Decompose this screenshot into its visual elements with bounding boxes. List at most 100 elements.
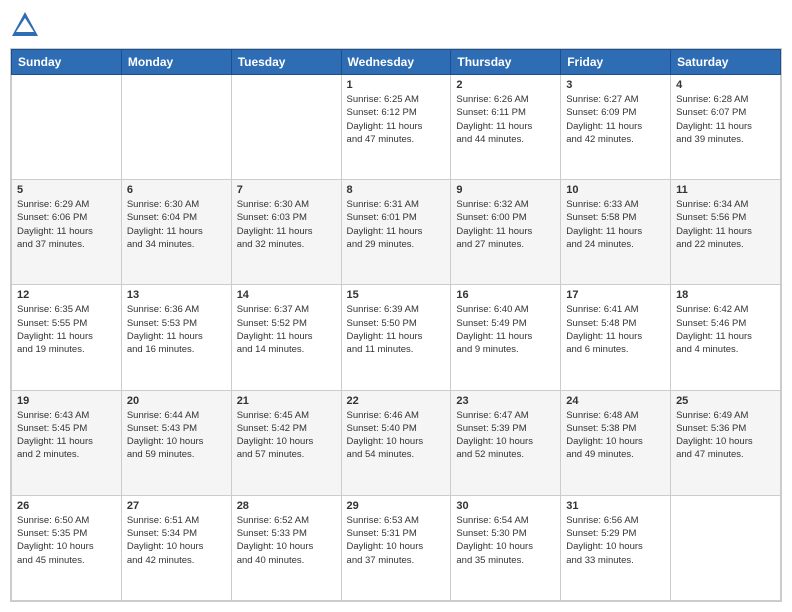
day-cell: 5 Sunrise: 6:29 AM Sunset: 6:06 PM Daylig… xyxy=(12,180,122,285)
day-cell: 10Sunrise: 6:33 AM Sunset: 5:58 PM Dayli… xyxy=(561,180,671,285)
week-row-2: 5 Sunrise: 6:29 AM Sunset: 6:06 PM Daylig… xyxy=(12,180,781,285)
day-number: 22 xyxy=(347,395,446,407)
weekday-header-thursday: Thursday xyxy=(451,50,561,75)
day-info: Sunrise: 6:34 AM Sunset: 5:56 PM Dayligh… xyxy=(676,198,775,251)
day-info: Sunrise: 6:48 AM Sunset: 5:38 PM Dayligh… xyxy=(566,409,665,462)
day-info: Sunrise: 6:30 AM Sunset: 6:04 PM Dayligh… xyxy=(127,198,226,251)
day-cell: 30 Sunrise: 6:54 AM Sunset: 5:30 PM Dayli… xyxy=(451,495,561,600)
day-number: 8 xyxy=(347,184,446,196)
day-number: 13 xyxy=(127,289,226,301)
day-cell: 1 Sunrise: 6:25 AM Sunset: 6:12 PM Daylig… xyxy=(341,75,451,180)
day-cell: 8Sunrise: 6:31 AM Sunset: 6:01 PM Daylig… xyxy=(341,180,451,285)
day-cell: 3 Sunrise: 6:27 AM Sunset: 6:09 PM Daylig… xyxy=(561,75,671,180)
day-cell: 14 Sunrise: 6:37 AM Sunset: 5:52 PM Dayli… xyxy=(231,285,341,390)
day-info: Sunrise: 6:43 AM Sunset: 5:45 PM Dayligh… xyxy=(17,409,116,462)
day-cell: 21Sunrise: 6:45 AM Sunset: 5:42 PM Dayli… xyxy=(231,390,341,495)
day-cell xyxy=(121,75,231,180)
weekday-header-friday: Friday xyxy=(561,50,671,75)
day-number: 2 xyxy=(456,79,555,91)
day-cell: 20 Sunrise: 6:44 AM Sunset: 5:43 PM Dayli… xyxy=(121,390,231,495)
day-number: 12 xyxy=(17,289,116,301)
day-cell xyxy=(12,75,122,180)
day-info: Sunrise: 6:50 AM Sunset: 5:35 PM Dayligh… xyxy=(17,514,116,567)
weekday-header-tuesday: Tuesday xyxy=(231,50,341,75)
day-info: Sunrise: 6:49 AM Sunset: 5:36 PM Dayligh… xyxy=(676,409,775,462)
day-number: 26 xyxy=(17,500,116,512)
day-number: 27 xyxy=(127,500,226,512)
day-number: 5 xyxy=(17,184,116,196)
day-info: Sunrise: 6:47 AM Sunset: 5:39 PM Dayligh… xyxy=(456,409,555,462)
day-cell: 11 Sunrise: 6:34 AM Sunset: 5:56 PM Dayli… xyxy=(671,180,781,285)
day-cell: 15 Sunrise: 6:39 AM Sunset: 5:50 PM Dayli… xyxy=(341,285,451,390)
day-info: Sunrise: 6:37 AM Sunset: 5:52 PM Dayligh… xyxy=(237,303,336,356)
day-number: 21 xyxy=(237,395,336,407)
day-cell: 9 Sunrise: 6:32 AM Sunset: 6:00 PM Daylig… xyxy=(451,180,561,285)
day-number: 1 xyxy=(347,79,446,91)
day-cell: 22 Sunrise: 6:46 AM Sunset: 5:40 PM Dayli… xyxy=(341,390,451,495)
day-number: 24 xyxy=(566,395,665,407)
day-cell xyxy=(671,495,781,600)
day-number: 31 xyxy=(566,500,665,512)
day-cell: 31 Sunrise: 6:56 AM Sunset: 5:29 PM Dayli… xyxy=(561,495,671,600)
day-number: 14 xyxy=(237,289,336,301)
day-cell: 28 Sunrise: 6:52 AM Sunset: 5:33 PM Dayli… xyxy=(231,495,341,600)
day-info: Sunrise: 6:39 AM Sunset: 5:50 PM Dayligh… xyxy=(347,303,446,356)
page-container: SundayMondayTuesdayWednesdayThursdayFrid… xyxy=(0,0,792,612)
day-info: Sunrise: 6:25 AM Sunset: 6:12 PM Dayligh… xyxy=(347,93,446,146)
day-number: 30 xyxy=(456,500,555,512)
day-info: Sunrise: 6:29 AM Sunset: 6:06 PM Dayligh… xyxy=(17,198,116,251)
day-cell: 4Sunrise: 6:28 AM Sunset: 6:07 PM Daylig… xyxy=(671,75,781,180)
day-cell: 29 Sunrise: 6:53 AM Sunset: 5:31 PM Dayli… xyxy=(341,495,451,600)
day-info: Sunrise: 6:27 AM Sunset: 6:09 PM Dayligh… xyxy=(566,93,665,146)
logo-icon xyxy=(10,10,40,40)
day-cell xyxy=(231,75,341,180)
calendar: SundayMondayTuesdayWednesdayThursdayFrid… xyxy=(10,48,782,602)
page-header xyxy=(10,10,782,40)
day-info: Sunrise: 6:30 AM Sunset: 6:03 PM Dayligh… xyxy=(237,198,336,251)
logo xyxy=(10,10,44,40)
day-info: Sunrise: 6:33 AM Sunset: 5:58 PM Dayligh… xyxy=(566,198,665,251)
day-cell: 12 Sunrise: 6:35 AM Sunset: 5:55 PM Dayli… xyxy=(12,285,122,390)
day-number: 15 xyxy=(347,289,446,301)
day-info: Sunrise: 6:41 AM Sunset: 5:48 PM Dayligh… xyxy=(566,303,665,356)
day-info: Sunrise: 6:36 AM Sunset: 5:53 PM Dayligh… xyxy=(127,303,226,356)
week-row-3: 12 Sunrise: 6:35 AM Sunset: 5:55 PM Dayli… xyxy=(12,285,781,390)
day-info: Sunrise: 6:53 AM Sunset: 5:31 PM Dayligh… xyxy=(347,514,446,567)
day-number: 19 xyxy=(17,395,116,407)
weekday-header-sunday: Sunday xyxy=(12,50,122,75)
day-number: 3 xyxy=(566,79,665,91)
weekday-header-saturday: Saturday xyxy=(671,50,781,75)
day-number: 29 xyxy=(347,500,446,512)
day-number: 7 xyxy=(237,184,336,196)
day-number: 16 xyxy=(456,289,555,301)
day-number: 20 xyxy=(127,395,226,407)
day-cell: 25 Sunrise: 6:49 AM Sunset: 5:36 PM Dayli… xyxy=(671,390,781,495)
day-cell: 18Sunrise: 6:42 AM Sunset: 5:46 PM Dayli… xyxy=(671,285,781,390)
week-row-5: 26 Sunrise: 6:50 AM Sunset: 5:35 PM Dayli… xyxy=(12,495,781,600)
day-info: Sunrise: 6:51 AM Sunset: 5:34 PM Dayligh… xyxy=(127,514,226,567)
day-info: Sunrise: 6:35 AM Sunset: 5:55 PM Dayligh… xyxy=(17,303,116,356)
day-cell: 16Sunrise: 6:40 AM Sunset: 5:49 PM Dayli… xyxy=(451,285,561,390)
day-number: 11 xyxy=(676,184,775,196)
day-info: Sunrise: 6:32 AM Sunset: 6:00 PM Dayligh… xyxy=(456,198,555,251)
day-info: Sunrise: 6:52 AM Sunset: 5:33 PM Dayligh… xyxy=(237,514,336,567)
weekday-header-monday: Monday xyxy=(121,50,231,75)
day-cell: 13 Sunrise: 6:36 AM Sunset: 5:53 PM Dayli… xyxy=(121,285,231,390)
day-cell: 2Sunrise: 6:26 AM Sunset: 6:11 PM Daylig… xyxy=(451,75,561,180)
day-number: 6 xyxy=(127,184,226,196)
day-number: 17 xyxy=(566,289,665,301)
day-number: 25 xyxy=(676,395,775,407)
weekday-header-wednesday: Wednesday xyxy=(341,50,451,75)
day-info: Sunrise: 6:54 AM Sunset: 5:30 PM Dayligh… xyxy=(456,514,555,567)
day-info: Sunrise: 6:56 AM Sunset: 5:29 PM Dayligh… xyxy=(566,514,665,567)
day-cell: 6 Sunrise: 6:30 AM Sunset: 6:04 PM Daylig… xyxy=(121,180,231,285)
day-info: Sunrise: 6:44 AM Sunset: 5:43 PM Dayligh… xyxy=(127,409,226,462)
day-number: 28 xyxy=(237,500,336,512)
day-cell: 24 Sunrise: 6:48 AM Sunset: 5:38 PM Dayli… xyxy=(561,390,671,495)
week-row-1: 1 Sunrise: 6:25 AM Sunset: 6:12 PM Daylig… xyxy=(12,75,781,180)
day-number: 9 xyxy=(456,184,555,196)
weekday-header-row: SundayMondayTuesdayWednesdayThursdayFrid… xyxy=(12,50,781,75)
day-cell: 26 Sunrise: 6:50 AM Sunset: 5:35 PM Dayli… xyxy=(12,495,122,600)
day-info: Sunrise: 6:46 AM Sunset: 5:40 PM Dayligh… xyxy=(347,409,446,462)
day-cell: 27 Sunrise: 6:51 AM Sunset: 5:34 PM Dayli… xyxy=(121,495,231,600)
